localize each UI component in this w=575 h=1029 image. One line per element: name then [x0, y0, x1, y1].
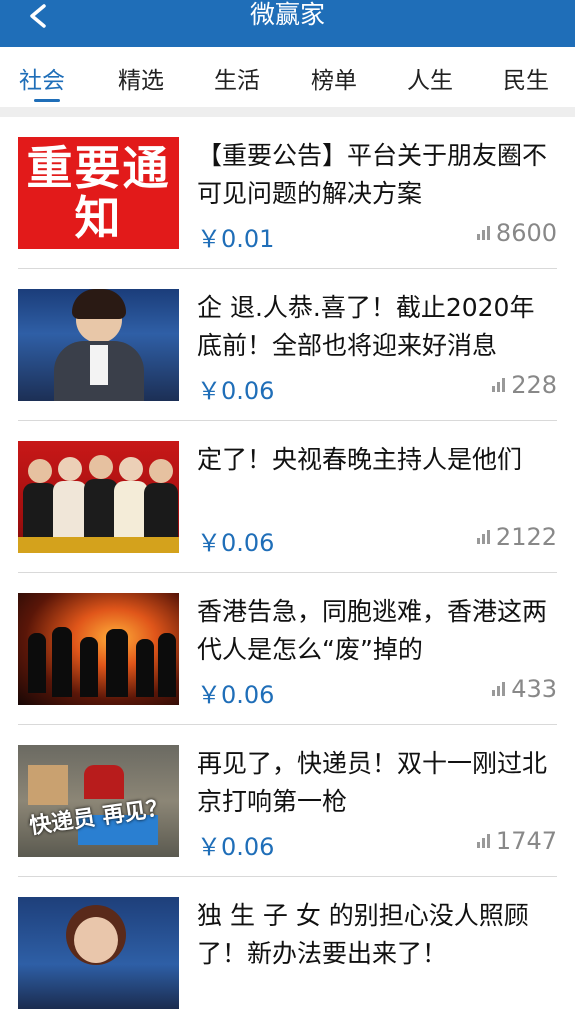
- list-item[interactable]: 定了！央视春晚主持人是他们 ￥0.06 2122: [0, 421, 575, 573]
- article-thumbnail: [18, 593, 179, 705]
- article-title: 香港告急，同胞逃难，香港这两代人是怎么“废”掉的: [197, 597, 548, 664]
- article-thumbnail: [18, 441, 179, 553]
- article-thumbnail: [18, 289, 179, 401]
- article-title: 再见了，快递员！双十一刚过北京打响第一枪: [197, 749, 548, 816]
- view-count-value: 8600: [495, 219, 557, 247]
- article-title: 【重要公告】平台关于朋友圈不可见问题的解决方案: [197, 141, 548, 208]
- tab-lifestory[interactable]: 人生: [407, 61, 453, 95]
- tab-featured[interactable]: 精选: [118, 61, 164, 95]
- list-item[interactable]: 快递员 再见？ 再见了，快递员！双十一刚过北京打响第一枪 ￥0.06 1747: [0, 725, 575, 877]
- top-bar: 微赢家: [0, 0, 575, 47]
- view-count-value: 2122: [495, 523, 557, 551]
- article-price: ￥0.06: [197, 681, 275, 709]
- article-title: 定了！央视春晚主持人是他们: [197, 445, 523, 474]
- article-price: ￥0.06: [197, 529, 275, 557]
- view-count: 228: [491, 371, 557, 399]
- article-thumbnail: [18, 897, 179, 1009]
- section-separator: [0, 107, 575, 117]
- bar-chart-icon: [492, 378, 506, 392]
- view-count-value: 1747: [495, 827, 557, 855]
- bar-chart-icon: [476, 834, 490, 848]
- bar-chart-icon: [492, 682, 506, 696]
- list-item[interactable]: 企 退.人恭.喜了！截止2020年底前！全部也将迎来好消息 ￥0.06 228: [0, 269, 575, 421]
- list-item[interactable]: 香港告急，同胞逃难，香港这两代人是怎么“废”掉的 ￥0.06 433: [0, 573, 575, 725]
- article-thumbnail: 重要通知: [18, 137, 179, 249]
- tab-rankings[interactable]: 榜单: [311, 61, 357, 95]
- tab-life[interactable]: 生活: [214, 61, 260, 95]
- tab-social[interactable]: 社会: [19, 61, 65, 95]
- article-price: ￥0.06: [197, 833, 275, 861]
- view-count: 1747: [476, 827, 557, 855]
- bar-chart-icon: [476, 226, 490, 240]
- bar-chart-icon: [476, 530, 490, 544]
- list-item[interactable]: 独 生 子 女 的别担心没人照顾了！新办法要出来了！: [0, 877, 575, 1029]
- active-tab-indicator: [34, 99, 60, 102]
- list-item[interactable]: 重要通知 【重要公告】平台关于朋友圈不可见问题的解决方案 ￥0.01 8600: [0, 117, 575, 269]
- category-tabs: 社会 精选 生活 榜单 人生 民生: [0, 47, 575, 107]
- article-title: 独 生 子 女 的别担心没人照顾了！新办法要出来了！: [197, 901, 529, 968]
- view-count-value: 433: [511, 675, 557, 703]
- view-count: 433: [491, 675, 557, 703]
- article-thumbnail: 快递员 再见？: [18, 745, 179, 857]
- view-count: 8600: [476, 219, 557, 247]
- article-price: ￥0.06: [197, 377, 275, 405]
- thumbnail-notice-text: 重要通知: [26, 141, 171, 245]
- view-count: 2122: [476, 523, 557, 551]
- article-title: 企 退.人恭.喜了！截止2020年底前！全部也将迎来好消息: [197, 293, 535, 360]
- article-price: ￥0.01: [197, 225, 275, 253]
- view-count-value: 228: [511, 371, 557, 399]
- page-title: 微赢家: [249, 0, 325, 29]
- tab-livelihood[interactable]: 民生: [503, 61, 549, 95]
